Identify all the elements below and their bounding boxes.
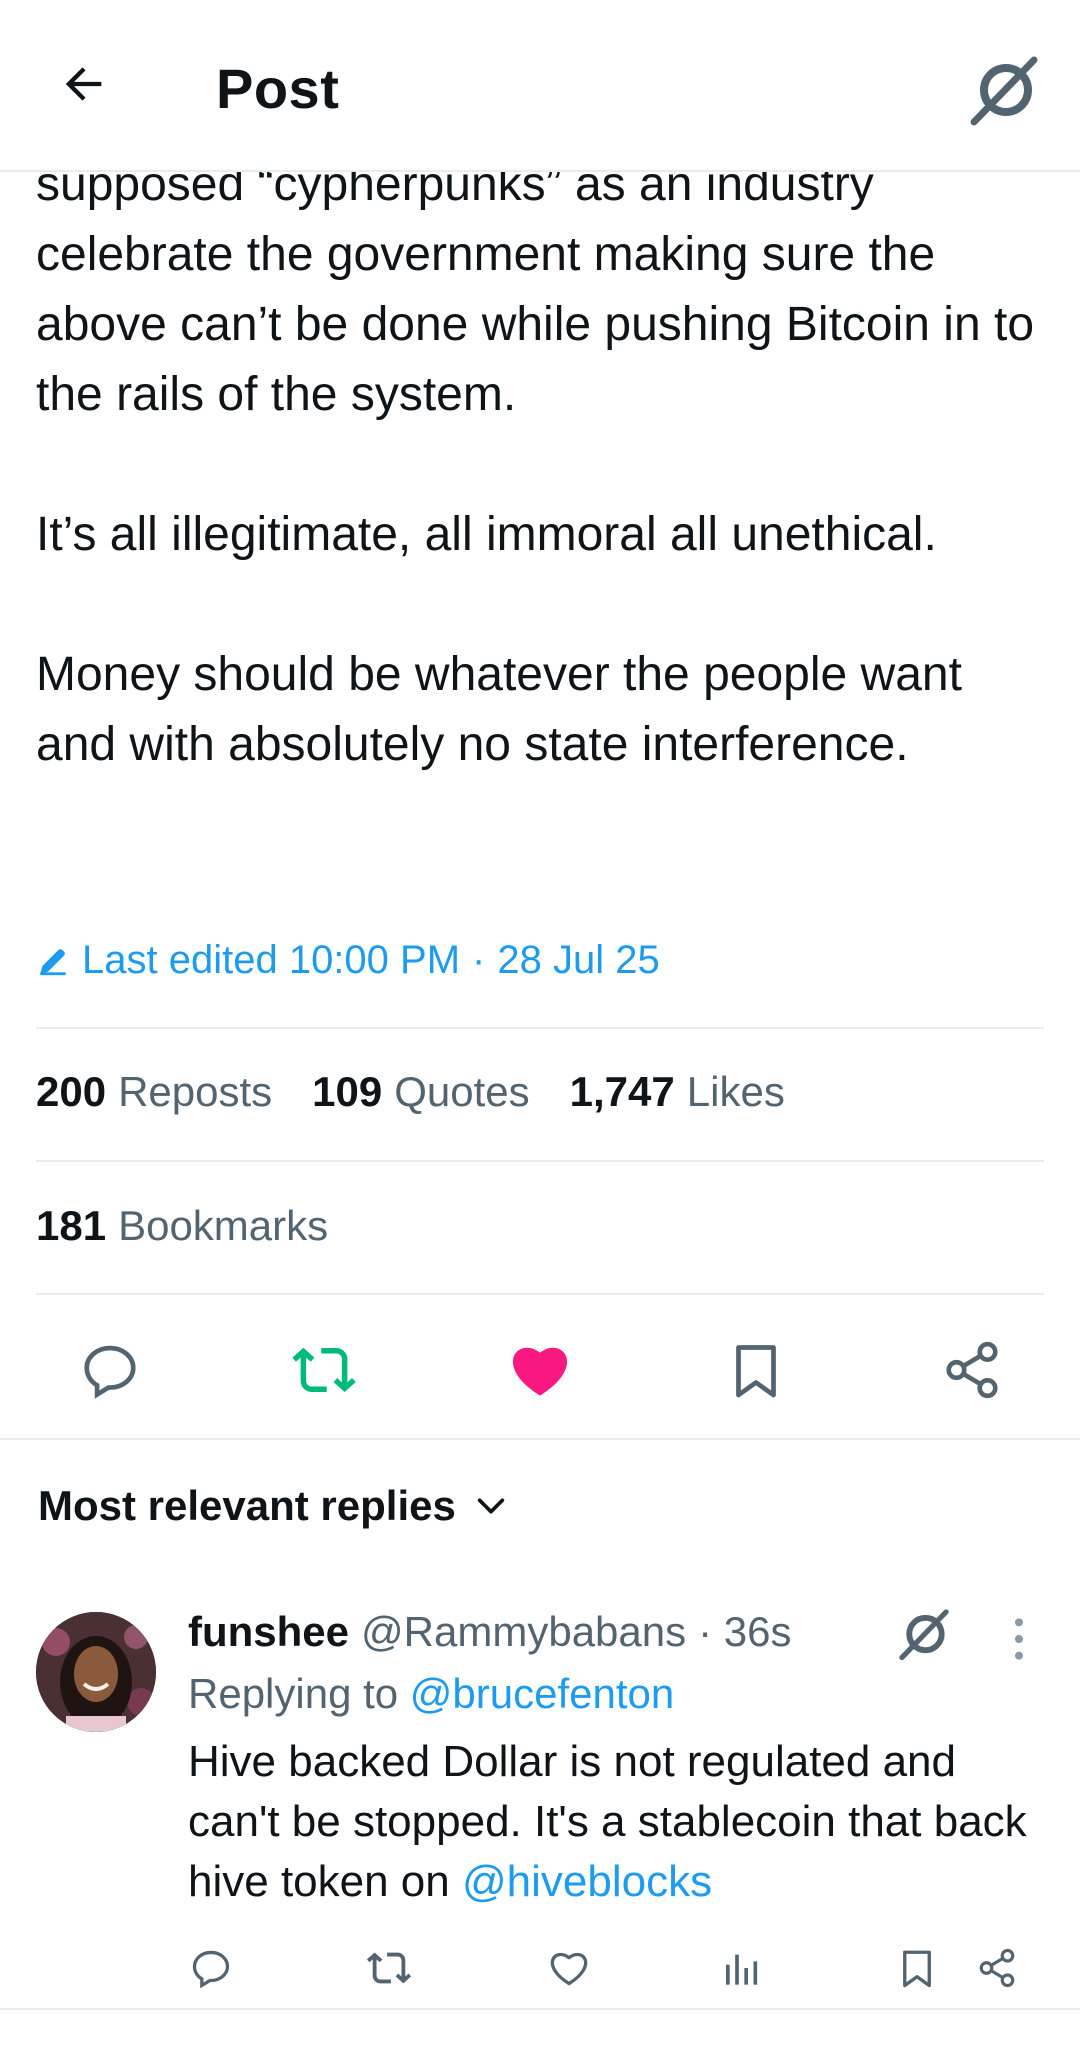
reply-sort-dropdown[interactable]: Most relevant replies <box>38 1482 508 1530</box>
reply-icon <box>192 1950 230 1989</box>
reply-icon <box>84 1345 136 1399</box>
share-icon <box>946 1341 998 1399</box>
bookmarks-stat[interactable]: 181 Bookmarks <box>36 1202 328 1250</box>
section-divider <box>0 1438 1080 1440</box>
divider <box>36 1293 1044 1295</box>
quotes-stat[interactable]: 109 Quotes <box>312 1068 530 1116</box>
replying-to-mention[interactable]: @brucefenton <box>410 1670 674 1717</box>
edited-date: 28 Jul 25 <box>497 938 660 982</box>
reply-action-bar <box>188 1938 1028 1998</box>
bookmark-button[interactable] <box>716 1330 796 1410</box>
more-options-icon[interactable] <box>1004 1614 1034 1664</box>
reply-bookmark-button[interactable] <box>894 1938 940 1998</box>
last-edited-link[interactable]: Last edited 10:00 PM · 28 Jul 25 <box>36 938 660 983</box>
grok-icon[interactable] <box>896 1606 952 1662</box>
avatar[interactable] <box>36 1612 156 1732</box>
reply-author-name[interactable]: funshee <box>188 1608 349 1656</box>
repost-button[interactable] <box>284 1330 364 1410</box>
chevron-down-icon <box>477 1498 505 1514</box>
share-button[interactable] <box>932 1330 1012 1410</box>
top-app-bar: Post <box>0 0 1080 172</box>
repost-icon <box>292 1347 356 1392</box>
post-paragraph: Money should be whatever the people want… <box>36 648 962 771</box>
heart-icon <box>550 1952 588 1986</box>
post-stats: 200 Reposts 109 Quotes 1,747 Likes <box>36 1068 785 1116</box>
post-paragraph: It’s all illegitimate, all immoral all u… <box>36 508 937 561</box>
views-chart-icon <box>726 1954 758 1985</box>
post-action-bar <box>36 1330 1044 1410</box>
likes-stat[interactable]: 1,747 Likes <box>570 1068 785 1116</box>
reply-time: · 36s <box>698 1608 792 1655</box>
section-divider <box>0 2008 1080 2010</box>
reply-author-handle[interactable]: @Rammybabans <box>361 1608 686 1656</box>
page-title: Post <box>216 57 340 120</box>
back-button[interactable] <box>52 52 116 116</box>
heart-filled-icon <box>512 1347 568 1396</box>
reply-repost-button[interactable] <box>364 1938 414 1998</box>
arrow-left-icon <box>65 67 102 101</box>
replying-to: Replying to @brucefenton <box>188 1670 675 1717</box>
post-paragraph: supposed “cypherpunks” as an industry ce… <box>36 158 1035 421</box>
repost-icon <box>366 1952 412 1984</box>
reply-button[interactable] <box>70 1330 150 1410</box>
bookmark-icon <box>903 1950 931 1988</box>
edit-pencil-icon <box>40 948 66 975</box>
reply-sort-label: Most relevant replies <box>38 1482 456 1529</box>
mention-link[interactable]: @hiveblocks <box>462 1857 712 1906</box>
post-body: supposed “cypherpunks” as an industry ce… <box>36 150 1046 780</box>
reply-views-button[interactable] <box>718 1938 764 1998</box>
app-logo-icon[interactable] <box>966 52 1042 128</box>
bookmark-icon <box>736 1345 776 1398</box>
reply-like-button[interactable] <box>544 1938 594 1998</box>
reply-text: Hive backed Dollar is not regulated and … <box>188 1737 1027 1906</box>
reply-share-button[interactable] <box>974 1938 1020 1998</box>
like-button[interactable] <box>500 1330 580 1410</box>
reply-reply-button[interactable] <box>188 1938 234 1998</box>
divider <box>36 1027 1044 1029</box>
edited-time: Last edited 10:00 PM <box>82 938 461 982</box>
reposts-stat[interactable]: 200 Reposts <box>36 1068 272 1116</box>
divider <box>36 1160 1044 1162</box>
share-icon <box>979 1948 1015 1988</box>
reply-author: funshee @Rammybabans · 36s <box>188 1608 792 1656</box>
separator-dot: · <box>472 938 486 982</box>
